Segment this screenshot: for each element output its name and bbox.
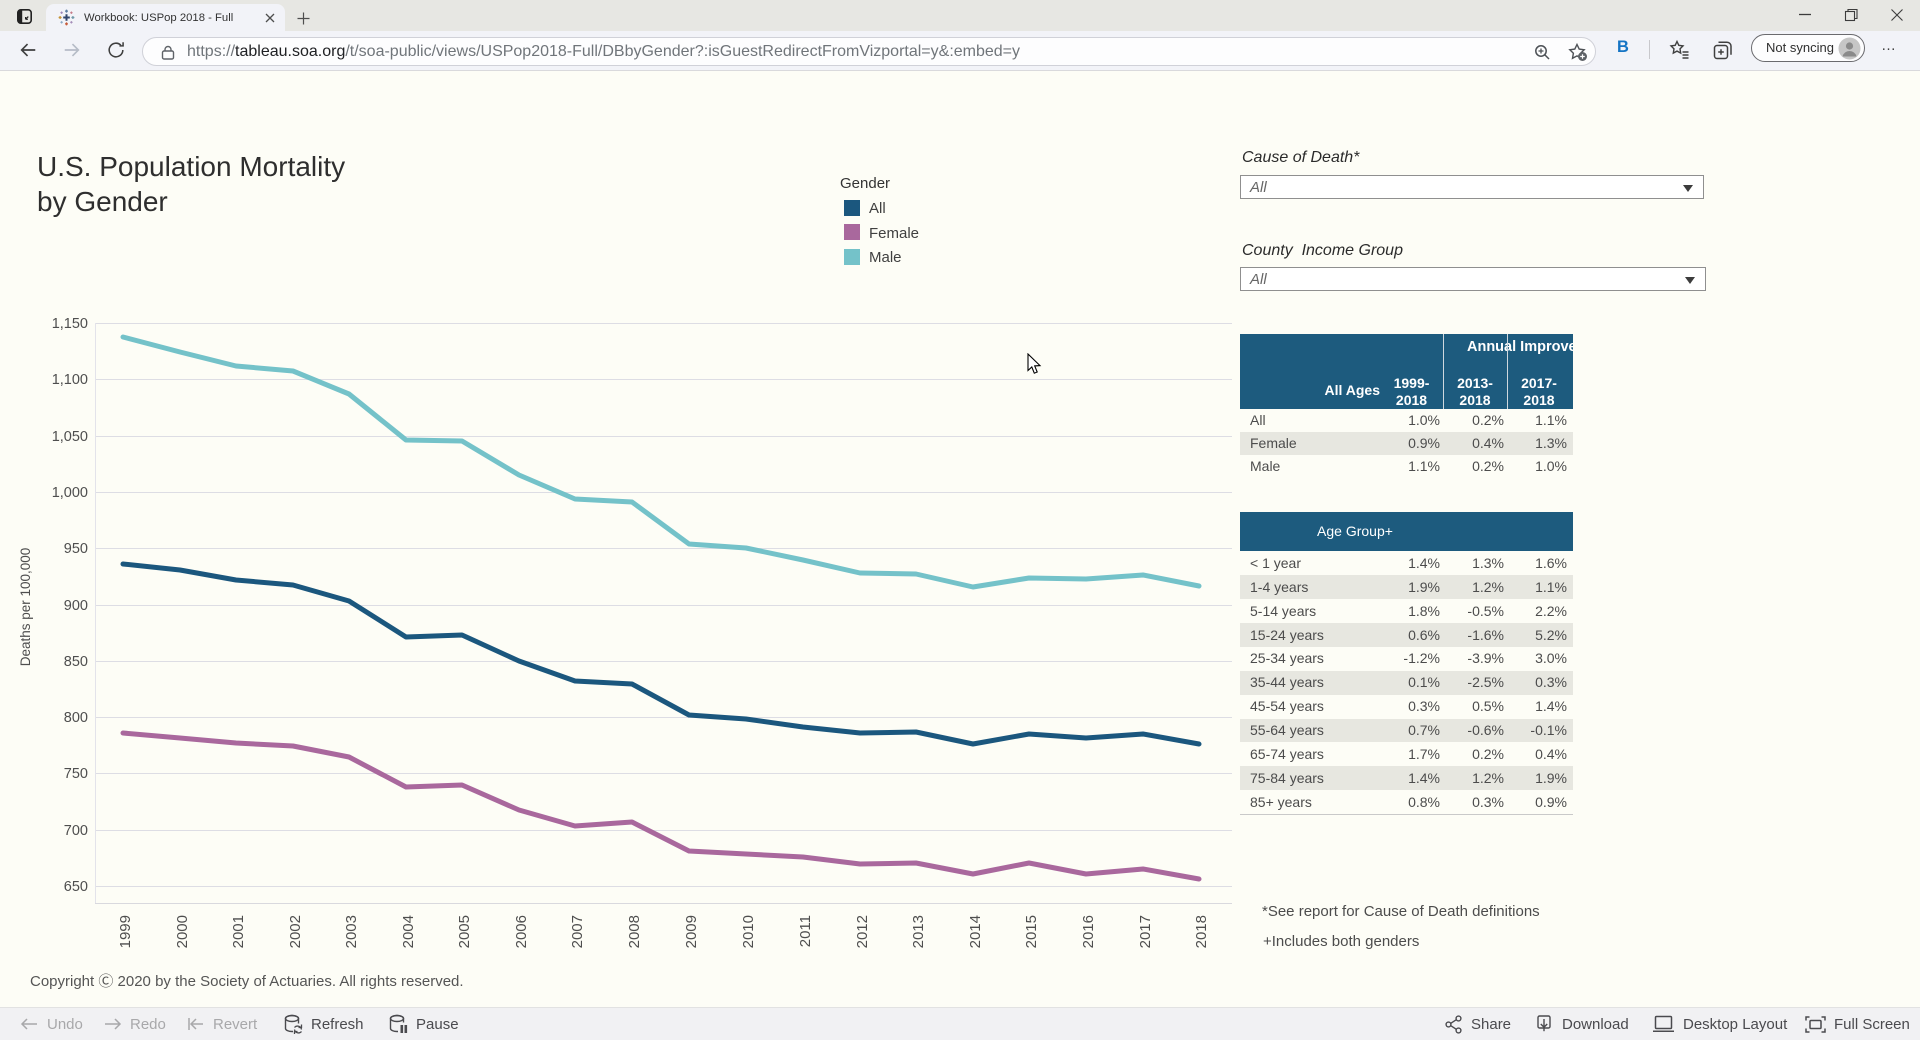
svg-text:1,100: 1,100 [52, 372, 88, 388]
svg-text:2006: 2006 [513, 915, 530, 948]
svg-text:2010: 2010 [740, 915, 757, 948]
svg-text:2000: 2000 [174, 915, 191, 948]
svg-text:2016: 2016 [1080, 915, 1097, 948]
svg-text:2011: 2011 [797, 915, 814, 947]
svg-text:2007: 2007 [569, 915, 586, 948]
svg-text:2002: 2002 [287, 915, 304, 948]
svg-text:2004: 2004 [400, 915, 417, 948]
svg-text:1,050: 1,050 [52, 429, 88, 445]
svg-text:Female: Female [869, 225, 919, 242]
svg-text:1,000: 1,000 [52, 485, 88, 501]
svg-text:650: 650 [64, 879, 88, 895]
svg-text:700: 700 [64, 823, 88, 839]
svg-text:2009: 2009 [683, 915, 700, 948]
svg-text:2014: 2014 [967, 915, 984, 948]
svg-text:2017: 2017 [1137, 915, 1154, 948]
svg-text:All: All [869, 200, 886, 217]
svg-text:2001: 2001 [230, 915, 247, 948]
svg-text:Gender: Gender [840, 175, 890, 192]
svg-text:1999: 1999 [117, 915, 134, 948]
svg-text:Deaths per 100,000: Deaths per 100,000 [18, 548, 33, 667]
svg-text:2005: 2005 [456, 915, 473, 948]
svg-text:750: 750 [64, 766, 88, 782]
svg-text:2003: 2003 [343, 915, 360, 948]
svg-text:2018: 2018 [1193, 915, 1210, 948]
svg-text:2015: 2015 [1023, 915, 1040, 948]
svg-text:2008: 2008 [626, 915, 643, 948]
svg-text:900: 900 [64, 598, 88, 614]
svg-text:1,150: 1,150 [52, 316, 88, 332]
svg-text:2013: 2013 [910, 915, 927, 948]
svg-text:850: 850 [64, 654, 88, 670]
svg-text:Male: Male [869, 249, 902, 266]
svg-text:800: 800 [64, 710, 88, 726]
svg-text:950: 950 [64, 541, 88, 557]
svg-text:2012: 2012 [854, 915, 871, 948]
